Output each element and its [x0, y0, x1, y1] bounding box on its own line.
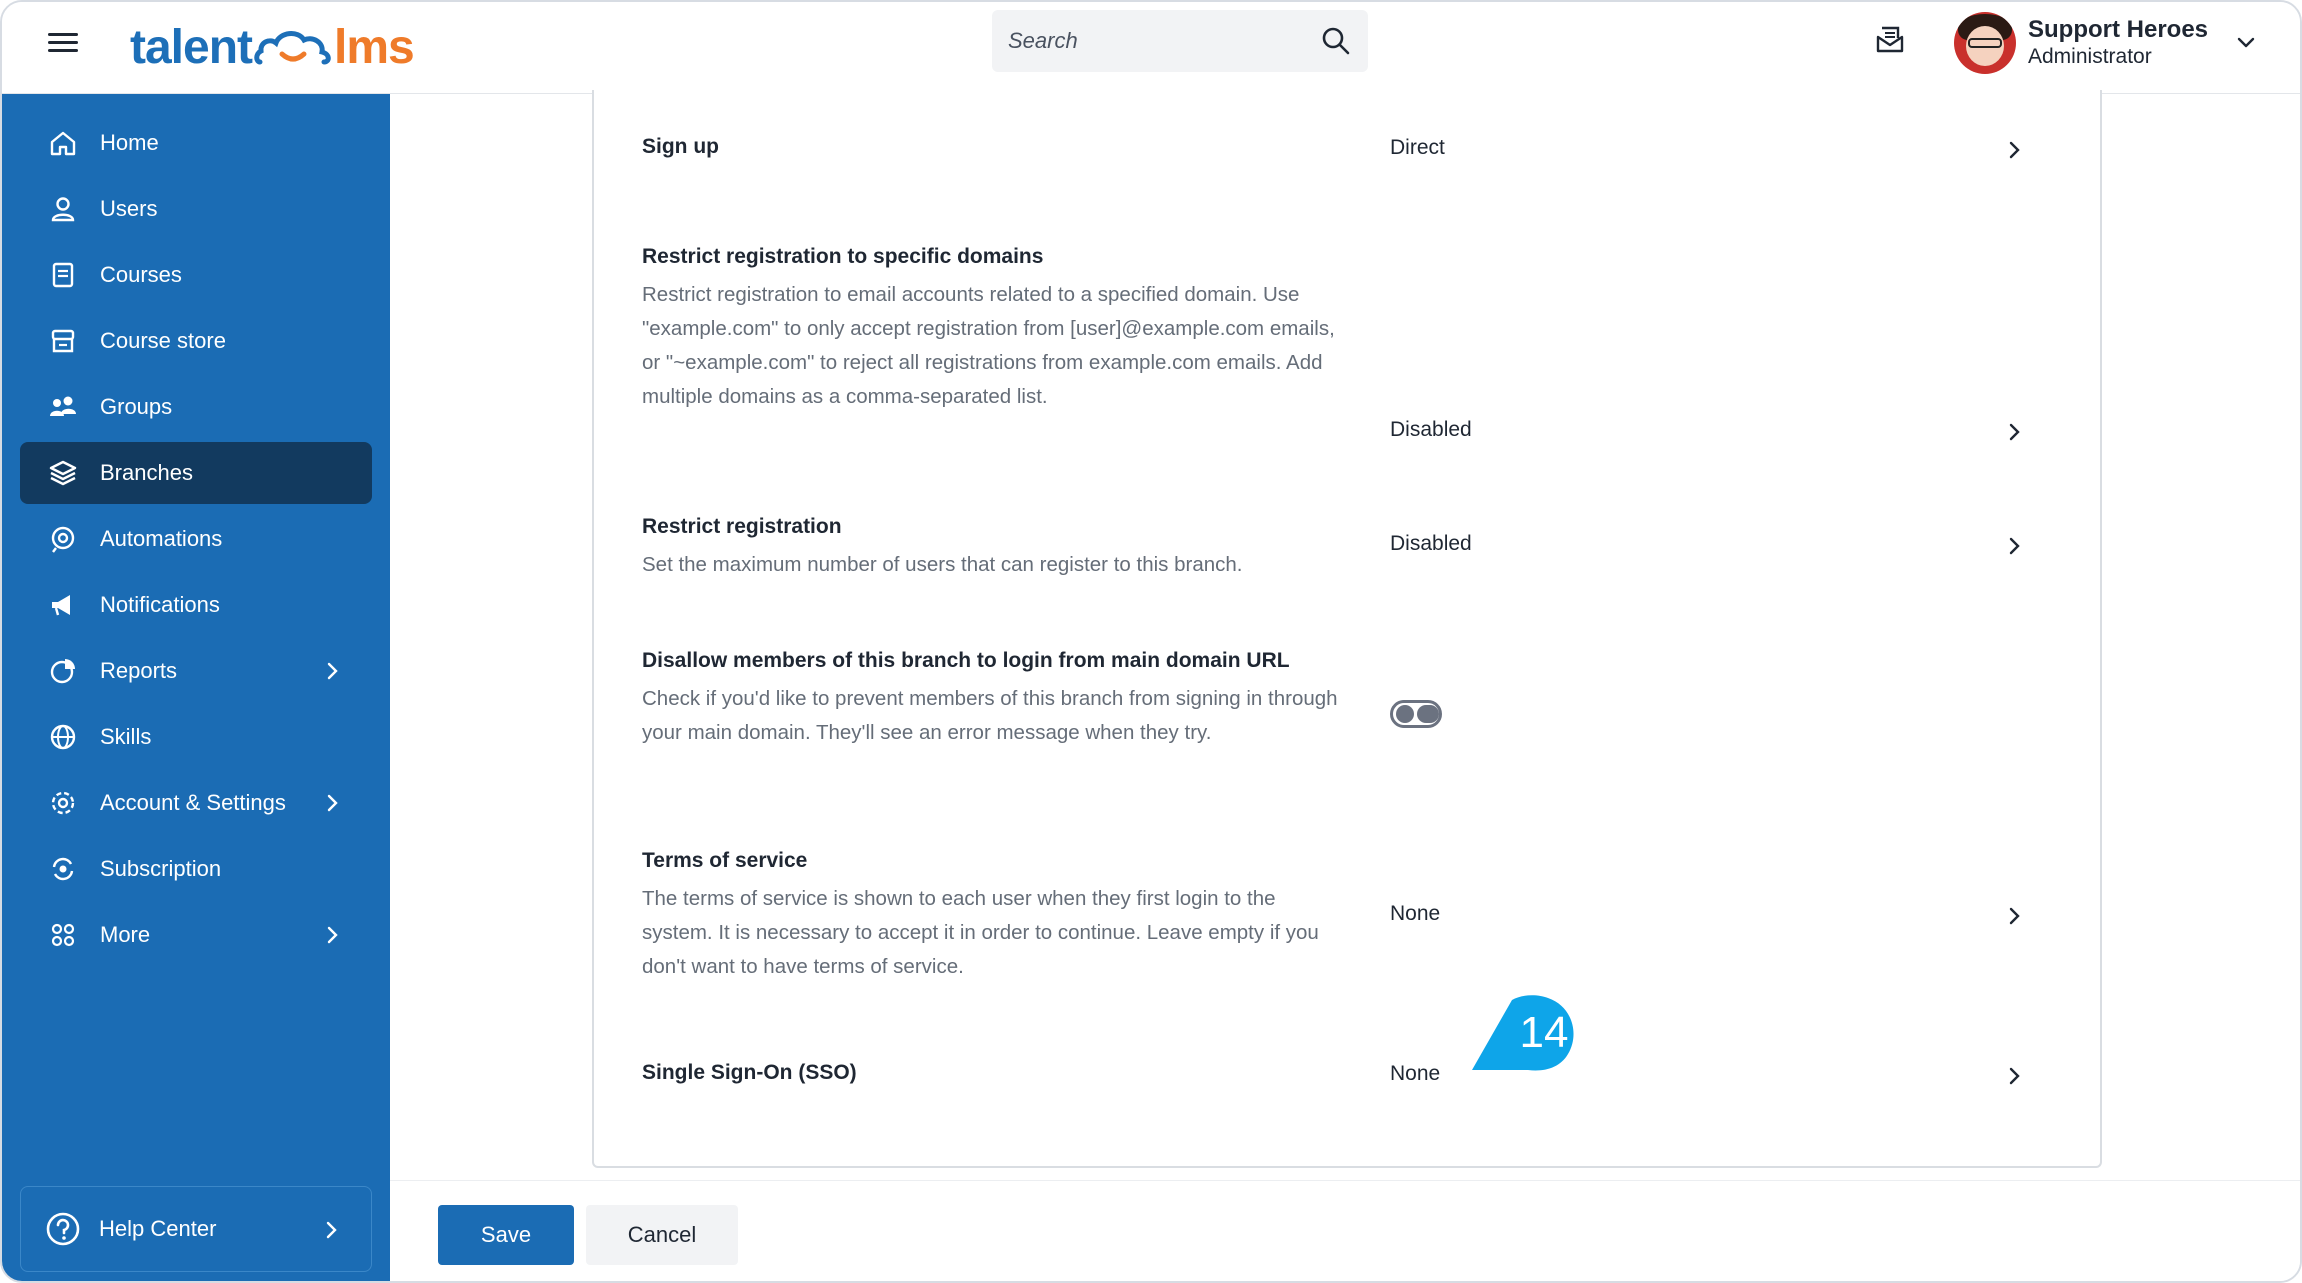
sidebar-item-groups[interactable]: Groups [20, 376, 372, 438]
gear-icon [51, 791, 75, 815]
logo-text-lms: lms [334, 20, 415, 74]
store-icon [51, 329, 75, 353]
logo-text-talent: talent [130, 20, 253, 74]
sidebar-item-label: Reports [100, 658, 178, 683]
sidebar-item-label: Groups [100, 394, 173, 419]
hamburger-menu-icon[interactable] [48, 28, 78, 58]
callout-number: 14 [1519, 1008, 1569, 1057]
messages-icon[interactable] [1874, 24, 1906, 56]
cloud-logo-icon [254, 31, 331, 65]
setting-title: Terms of service [642, 849, 808, 872]
sidebar-item-more[interactable]: More [20, 904, 372, 966]
sidebar-item-label: Courses [100, 262, 182, 287]
search-icon[interactable] [1320, 25, 1352, 57]
branch-settings-card: Sign up Direct Restrict registration to … [592, 90, 2102, 1168]
pie-chart-icon [50, 659, 75, 684]
setting-row-restrict-registration[interactable]: Restrict registration Set the maximum nu… [642, 512, 2062, 582]
setting-value: None [1390, 1062, 1441, 1085]
sidebar-item-skills[interactable]: Skills [20, 706, 372, 768]
setting-title: Restrict registration [642, 515, 842, 538]
sidebar-item-label: Account & Settings [100, 790, 286, 815]
setting-row-terms-of-service[interactable]: Terms of service The terms of service is… [642, 846, 2062, 984]
sidebar-item-label: Automations [100, 526, 223, 551]
sidebar-item-label: Home [100, 130, 159, 155]
chevron-right-icon[interactable] [2002, 1064, 2026, 1088]
setting-description: Check if you'd like to prevent members o… [642, 687, 1338, 744]
form-footer: Save Cancel [390, 1180, 2300, 1281]
sidebar-item-account-settings[interactable]: Account & Settings [20, 772, 372, 834]
setting-value: Disabled [1390, 532, 1472, 555]
sidebar-item-label: Users [100, 196, 158, 221]
home-icon [50, 131, 76, 156]
globe-icon [50, 724, 76, 750]
top-header: talent lms Support Heroe [2, 2, 2300, 94]
setting-title: Disallow members of this branch to login… [642, 649, 1290, 672]
sidebar-item-label: Subscription [100, 856, 222, 881]
chevron-right-icon[interactable] [2002, 534, 2026, 558]
sidebar-item-label: More [100, 922, 151, 947]
setting-description: The terms of service is shown to each us… [642, 887, 1319, 978]
book-icon [52, 262, 74, 288]
sidebar: Home Users Courses Course store Groups B… [2, 94, 390, 1281]
sidebar-item-branches[interactable]: Branches [20, 442, 372, 504]
sidebar-item-home[interactable]: Home [20, 112, 372, 174]
setting-row-disallow-main-login: Disallow members of this branch to login… [642, 646, 2062, 750]
chevron-right-icon [327, 794, 338, 812]
subscription-icon [52, 857, 74, 881]
sidebar-item-courses[interactable]: Courses [20, 244, 372, 306]
setting-description: Set the maximum number of users that can… [642, 553, 1243, 576]
cancel-button[interactable]: Cancel [586, 1205, 738, 1265]
sidebar-item-course-store[interactable]: Course store [20, 310, 372, 372]
sidebar-item-label: Course store [100, 328, 226, 353]
setting-row-restrict-domains[interactable]: Restrict registration to specific domain… [642, 242, 2062, 441]
layers-icon [49, 460, 77, 486]
user-role: Administrator [2028, 45, 2152, 68]
avatar [1954, 12, 2016, 74]
sidebar-item-automations[interactable]: Automations [20, 508, 372, 570]
sidebar-item-notifications[interactable]: Notifications [20, 574, 372, 636]
disallow-main-login-toggle[interactable] [1390, 700, 1442, 728]
setting-row-signup[interactable]: Sign up Direct [642, 132, 2062, 162]
sidebar-item-users[interactable]: Users [20, 178, 372, 240]
groups-icon [50, 396, 76, 416]
search-box [992, 10, 1368, 72]
sidebar-item-label: Skills [100, 724, 152, 749]
user-icon [51, 197, 75, 222]
sidebar-item-label: Branches [100, 460, 193, 485]
user-name: Support Heroes [2028, 16, 2209, 43]
sidebar-item-reports[interactable]: Reports [20, 640, 372, 702]
talentlms-logo[interactable]: talent lms [130, 14, 415, 80]
chevron-right-icon [327, 662, 338, 680]
step-callout-marker: 14 [1468, 994, 1580, 1074]
sidebar-item-subscription[interactable]: Subscription [20, 838, 372, 900]
setting-title: Single Sign-On (SSO) [642, 1061, 857, 1084]
save-button[interactable]: Save [438, 1205, 574, 1265]
chevron-right-icon[interactable] [2002, 138, 2026, 162]
chevron-right-icon [327, 926, 338, 944]
setting-title: Sign up [642, 135, 719, 158]
setting-value: None [1390, 902, 1441, 925]
automation-icon [51, 526, 75, 553]
chevron-right-icon[interactable] [2002, 904, 2026, 928]
user-menu[interactable]: Support Heroes Administrator [1944, 6, 2264, 80]
setting-value: Direct [1390, 136, 1445, 159]
help-icon [46, 1212, 80, 1246]
setting-title: Restrict registration to specific domain… [642, 245, 1044, 268]
app-window: talent lms Support Heroe [0, 0, 2302, 1283]
grid-icon [51, 923, 75, 947]
megaphone-icon [52, 595, 70, 616]
help-center-label: Help Center [99, 1216, 217, 1241]
chevron-right-icon[interactable] [2002, 420, 2026, 444]
help-center-button[interactable]: Help Center [20, 1186, 372, 1272]
search-input[interactable] [1008, 28, 1320, 54]
setting-value: Disabled [1390, 418, 1472, 441]
setting-row-sso[interactable]: Single Sign-On (SSO) None [642, 1058, 2062, 1088]
sidebar-item-label: Notifications [100, 592, 220, 617]
chevron-down-icon[interactable] [2234, 30, 2258, 54]
chevron-right-icon [326, 1221, 337, 1239]
setting-description: Restrict registration to email accounts … [642, 283, 1335, 408]
